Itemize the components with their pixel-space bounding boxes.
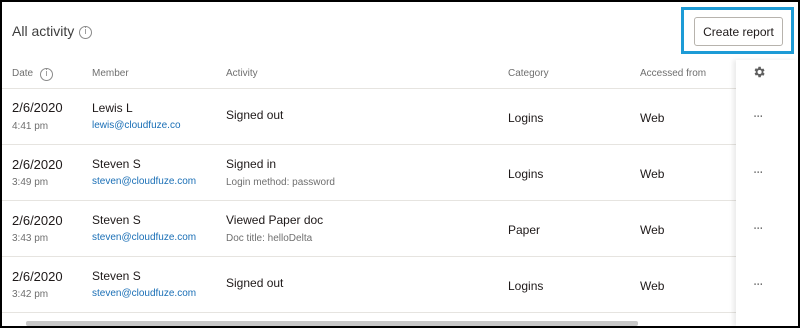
info-icon[interactable]: i	[79, 26, 92, 39]
row-date: 2/6/2020	[12, 269, 63, 284]
divider	[2, 88, 798, 89]
row-accessed-from: Web	[640, 111, 665, 125]
row-email[interactable]: steven@cloudfuze.com	[92, 232, 196, 243]
more-options-icon[interactable]: ···	[753, 167, 763, 180]
actions-column	[736, 60, 798, 326]
create-report-button[interactable]: Create report	[694, 17, 783, 46]
divider	[2, 144, 798, 145]
gear-icon[interactable]	[752, 65, 766, 79]
divider	[2, 200, 798, 201]
row-time: 3:49 pm	[12, 177, 49, 188]
column-header-accessed-from[interactable]: Accessed from	[640, 68, 706, 79]
column-header-member[interactable]: Member	[92, 68, 129, 79]
row-email[interactable]: steven@cloudfuze.com	[92, 288, 196, 299]
row-date: 2/6/2020	[12, 157, 63, 172]
row-time: 3:42 pm	[12, 289, 49, 300]
divider	[2, 312, 798, 313]
more-options-icon[interactable]: ···	[753, 223, 763, 236]
more-options-icon[interactable]: ···	[753, 111, 763, 124]
column-header-category[interactable]: Category	[508, 68, 549, 79]
divider	[2, 256, 798, 257]
row-member: Steven S	[92, 269, 141, 283]
page-title: All activity	[12, 23, 75, 39]
row-date: 2/6/2020	[12, 100, 63, 115]
row-email[interactable]: lewis@cloudfuze.co	[92, 120, 181, 131]
column-header-activity[interactable]: Activity	[226, 68, 258, 79]
row-category: Logins	[508, 167, 544, 181]
row-email[interactable]: steven@cloudfuze.com	[92, 176, 196, 187]
row-member: Steven S	[92, 213, 141, 227]
column-header-date[interactable]: Date	[12, 68, 33, 79]
row-time: 4:41 pm	[12, 121, 49, 132]
row-category: Logins	[508, 111, 544, 125]
row-member: Steven S	[92, 157, 141, 171]
row-activity: Viewed Paper doc	[226, 213, 324, 227]
row-accessed-from: Web	[640, 167, 665, 181]
horizontal-scrollbar[interactable]	[26, 321, 638, 326]
row-category: Paper	[508, 223, 541, 237]
row-detail: Doc title: helloDelta	[226, 233, 313, 244]
row-member: Lewis L	[92, 101, 133, 115]
activity-panel: All activity i Create report Date i Memb…	[2, 2, 798, 326]
row-time: 3:43 pm	[12, 233, 49, 244]
more-options-icon[interactable]: ···	[753, 279, 763, 292]
row-detail: Login method: password	[226, 177, 335, 188]
date-info-icon[interactable]: i	[40, 68, 53, 81]
row-category: Logins	[508, 279, 544, 293]
row-accessed-from: Web	[640, 223, 665, 237]
panel-header: All activity i Create report	[2, 2, 798, 60]
row-activity: Signed out	[226, 276, 284, 290]
row-accessed-from: Web	[640, 279, 665, 293]
row-date: 2/6/2020	[12, 213, 63, 228]
row-activity: Signed in	[226, 157, 277, 171]
row-activity: Signed out	[226, 108, 284, 122]
